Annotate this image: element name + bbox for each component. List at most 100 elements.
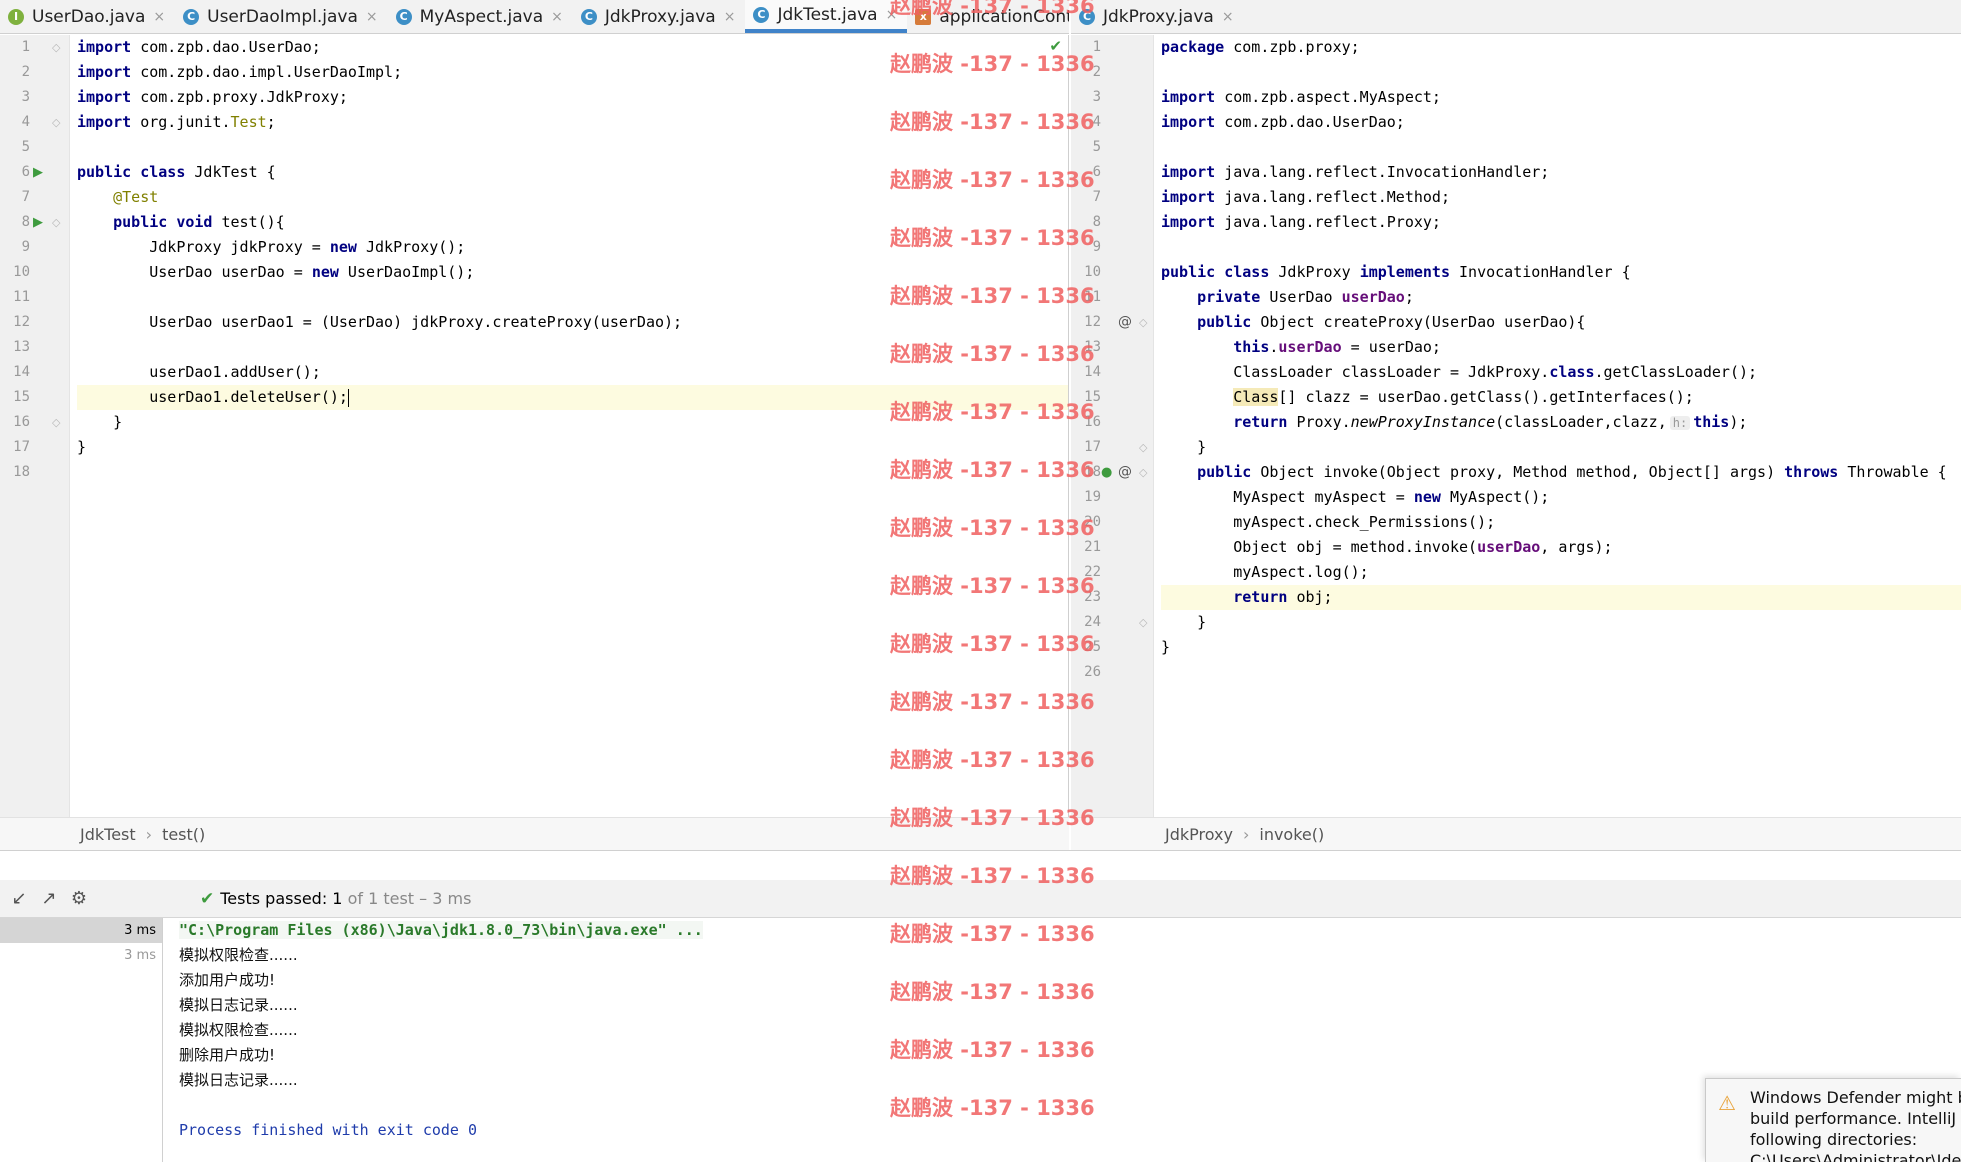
notification-line: following directories:	[1750, 1130, 1918, 1149]
notification-line: build performance. IntelliJ IDE	[1750, 1109, 1961, 1128]
implements-marker-icon[interactable]: ●	[1101, 460, 1112, 485]
class-icon: C	[1079, 8, 1095, 25]
panel-divider[interactable]	[0, 850, 1961, 880]
code-line: UserDao userDao = new UserDaoImpl();	[77, 263, 475, 281]
line-number: 3	[1092, 89, 1101, 105]
fold-icon[interactable]: ◇	[52, 410, 60, 435]
line-number: 6	[1092, 164, 1101, 180]
code-line: import com.zpb.proxy.JdkProxy;	[77, 88, 348, 106]
tab-label: JdkProxy.java	[1103, 6, 1214, 27]
test-tree-row[interactable]: 3 ms	[0, 943, 162, 968]
fold-icon[interactable]: ◇	[52, 35, 60, 60]
code-line: public Object createProxy(UserDao userDa…	[1197, 313, 1586, 331]
gear-icon[interactable]: ⚙	[68, 888, 90, 910]
fold-icon[interactable]: ◇	[1139, 310, 1147, 335]
tab-label: applicationContext.xml	[939, 6, 1069, 27]
test-tree-row[interactable]: 3 ms	[0, 918, 162, 943]
line-number: 10	[1084, 264, 1101, 280]
fold-icon[interactable]: ◇	[52, 110, 60, 135]
warning-icon: ⚠	[1718, 1091, 1736, 1115]
line-number: 2	[21, 64, 30, 80]
line-number: 5	[1092, 139, 1101, 155]
breadcrumb-class[interactable]: JdkProxy	[1165, 825, 1233, 844]
class-icon: C	[753, 6, 770, 23]
code-line: UserDao userDao1 = (UserDao) jdkProxy.cr…	[77, 313, 683, 331]
code-line: MyAspect myAspect = new MyAspect();	[1161, 488, 1550, 506]
console-exit-line: Process finished with exit code 0	[179, 1121, 478, 1139]
test-results-tree[interactable]: 3 ms 3 ms	[0, 918, 163, 1162]
line-number: 7	[1092, 189, 1101, 205]
tests-passed-count: 1	[332, 889, 343, 908]
console-line: 删除用户成功!	[179, 1046, 276, 1064]
line-number: 12	[1084, 314, 1101, 330]
parameter-hint: h:	[1669, 416, 1691, 430]
line-number: 23	[1084, 589, 1101, 605]
line-number: 5	[21, 139, 30, 155]
collapse-all-icon[interactable]: ↙	[8, 888, 30, 910]
line-number: 20	[1084, 514, 1101, 530]
code-line: public class JdkTest {	[77, 163, 276, 181]
override-marker-icon[interactable]: @	[1118, 310, 1132, 335]
code-line: }	[1161, 613, 1207, 631]
code-area[interactable]: ✔ import com.zpb.dao.UserDao; import com…	[70, 35, 1068, 817]
code-line: import java.lang.reflect.Method;	[1161, 188, 1450, 206]
editor-jdkproxy[interactable]: 1 2 3 4 5 6 7 8 9 10 11 12 13 14 15 16 17 18 19 20 21 22 23 24 2…	[1071, 35, 1961, 817]
editor-jdktest[interactable]: 1 2 3 4 5 6 7 8 9 10 11 12 13 14 15 16 17 18 ◇ ◇ ▶ ▶ ◇ ◇ ✔ impo…	[0, 35, 1069, 817]
code-line: }	[1161, 638, 1171, 656]
tab-label: UserDaoImpl.java	[207, 6, 358, 27]
editor-tabs-right: C JdkProxy.java ×	[1071, 0, 1961, 34]
code-area[interactable]: package com.zpb.proxy; import com.zpb.as…	[1154, 35, 1961, 817]
tab-jdkproxy-java[interactable]: C JdkProxy.java ×	[1071, 0, 1244, 33]
console-output[interactable]: "C:\Program Files (x86)\Java\jdk1.8.0_73…	[163, 918, 1961, 1162]
tab-applicationcontext-xml[interactable]: x applicationContext.xml	[907, 0, 1069, 33]
line-number: 13	[1084, 339, 1101, 355]
breadcrumb-method[interactable]: test()	[162, 825, 205, 844]
run-test-icon[interactable]: ▶	[33, 210, 43, 235]
close-icon[interactable]: ×	[366, 9, 378, 25]
windows-defender-notification[interactable]: ⚠ Windows Defender might be i build perf…	[1705, 1078, 1961, 1162]
line-number: 16	[1084, 414, 1101, 430]
close-icon[interactable]: ×	[551, 9, 563, 25]
code-line: }	[77, 413, 123, 431]
close-icon[interactable]: ×	[1222, 9, 1234, 25]
fold-icon[interactable]: ◇	[1139, 435, 1147, 460]
fold-icon[interactable]: ◇	[1139, 610, 1147, 635]
breadcrumb-separator: ›	[145, 824, 153, 844]
editor-tabs-left: I UserDao.java × C UserDaoImpl.java × C MyAspec…	[0, 0, 1069, 34]
breadcrumb-method[interactable]: invoke()	[1259, 825, 1324, 844]
run-test-icon[interactable]: ▶	[33, 160, 43, 185]
tab-userdao-java[interactable]: I UserDao.java ×	[0, 0, 175, 33]
code-line: import com.zpb.aspect.MyAspect;	[1161, 88, 1441, 106]
code-line: }	[77, 438, 87, 456]
export-icon[interactable]: ↗	[38, 888, 60, 910]
close-icon[interactable]: ×	[886, 7, 898, 23]
tab-jdktest-java[interactable]: C JdkTest.java ×	[745, 0, 908, 33]
close-icon[interactable]: ×	[153, 9, 165, 25]
line-number: 1	[21, 39, 30, 55]
code-line: this.userDao = userDao;	[1233, 338, 1441, 356]
breadcrumb-class[interactable]: JdkTest	[80, 825, 136, 844]
code-line: Class[] clazz = userDao.getClass().getIn…	[1233, 388, 1694, 406]
fold-icon[interactable]: ◇	[1139, 460, 1147, 485]
line-number: 16	[13, 414, 30, 430]
code-line: public class JdkProxy implements Invocat…	[1161, 263, 1631, 281]
fold-icon[interactable]: ◇	[52, 210, 60, 235]
console-line: 模拟权限检查......	[179, 1021, 298, 1039]
line-number: 15	[13, 389, 30, 405]
line-number: 4	[21, 114, 30, 130]
close-icon[interactable]: ×	[724, 9, 736, 25]
console-line: 模拟权限检查......	[179, 946, 298, 964]
tab-jdkproxy-java[interactable]: C JdkProxy.java ×	[573, 0, 746, 33]
override-marker-icon[interactable]: @	[1118, 460, 1132, 485]
tab-myaspect-java[interactable]: C MyAspect.java ×	[388, 0, 573, 33]
line-gutter: 1 2 3 4 5 6 7 8 9 10 11 12 13 14 15 16 17 18 19 20 21 22 23 24 2…	[1071, 35, 1154, 817]
line-number: 3	[21, 89, 30, 105]
code-line: userDao1.addUser();	[77, 363, 321, 381]
tab-userdaoimpl-java[interactable]: C UserDaoImpl.java ×	[175, 0, 388, 33]
code-line: public void test(){	[113, 213, 285, 231]
code-line-current: return obj;	[1161, 585, 1961, 610]
